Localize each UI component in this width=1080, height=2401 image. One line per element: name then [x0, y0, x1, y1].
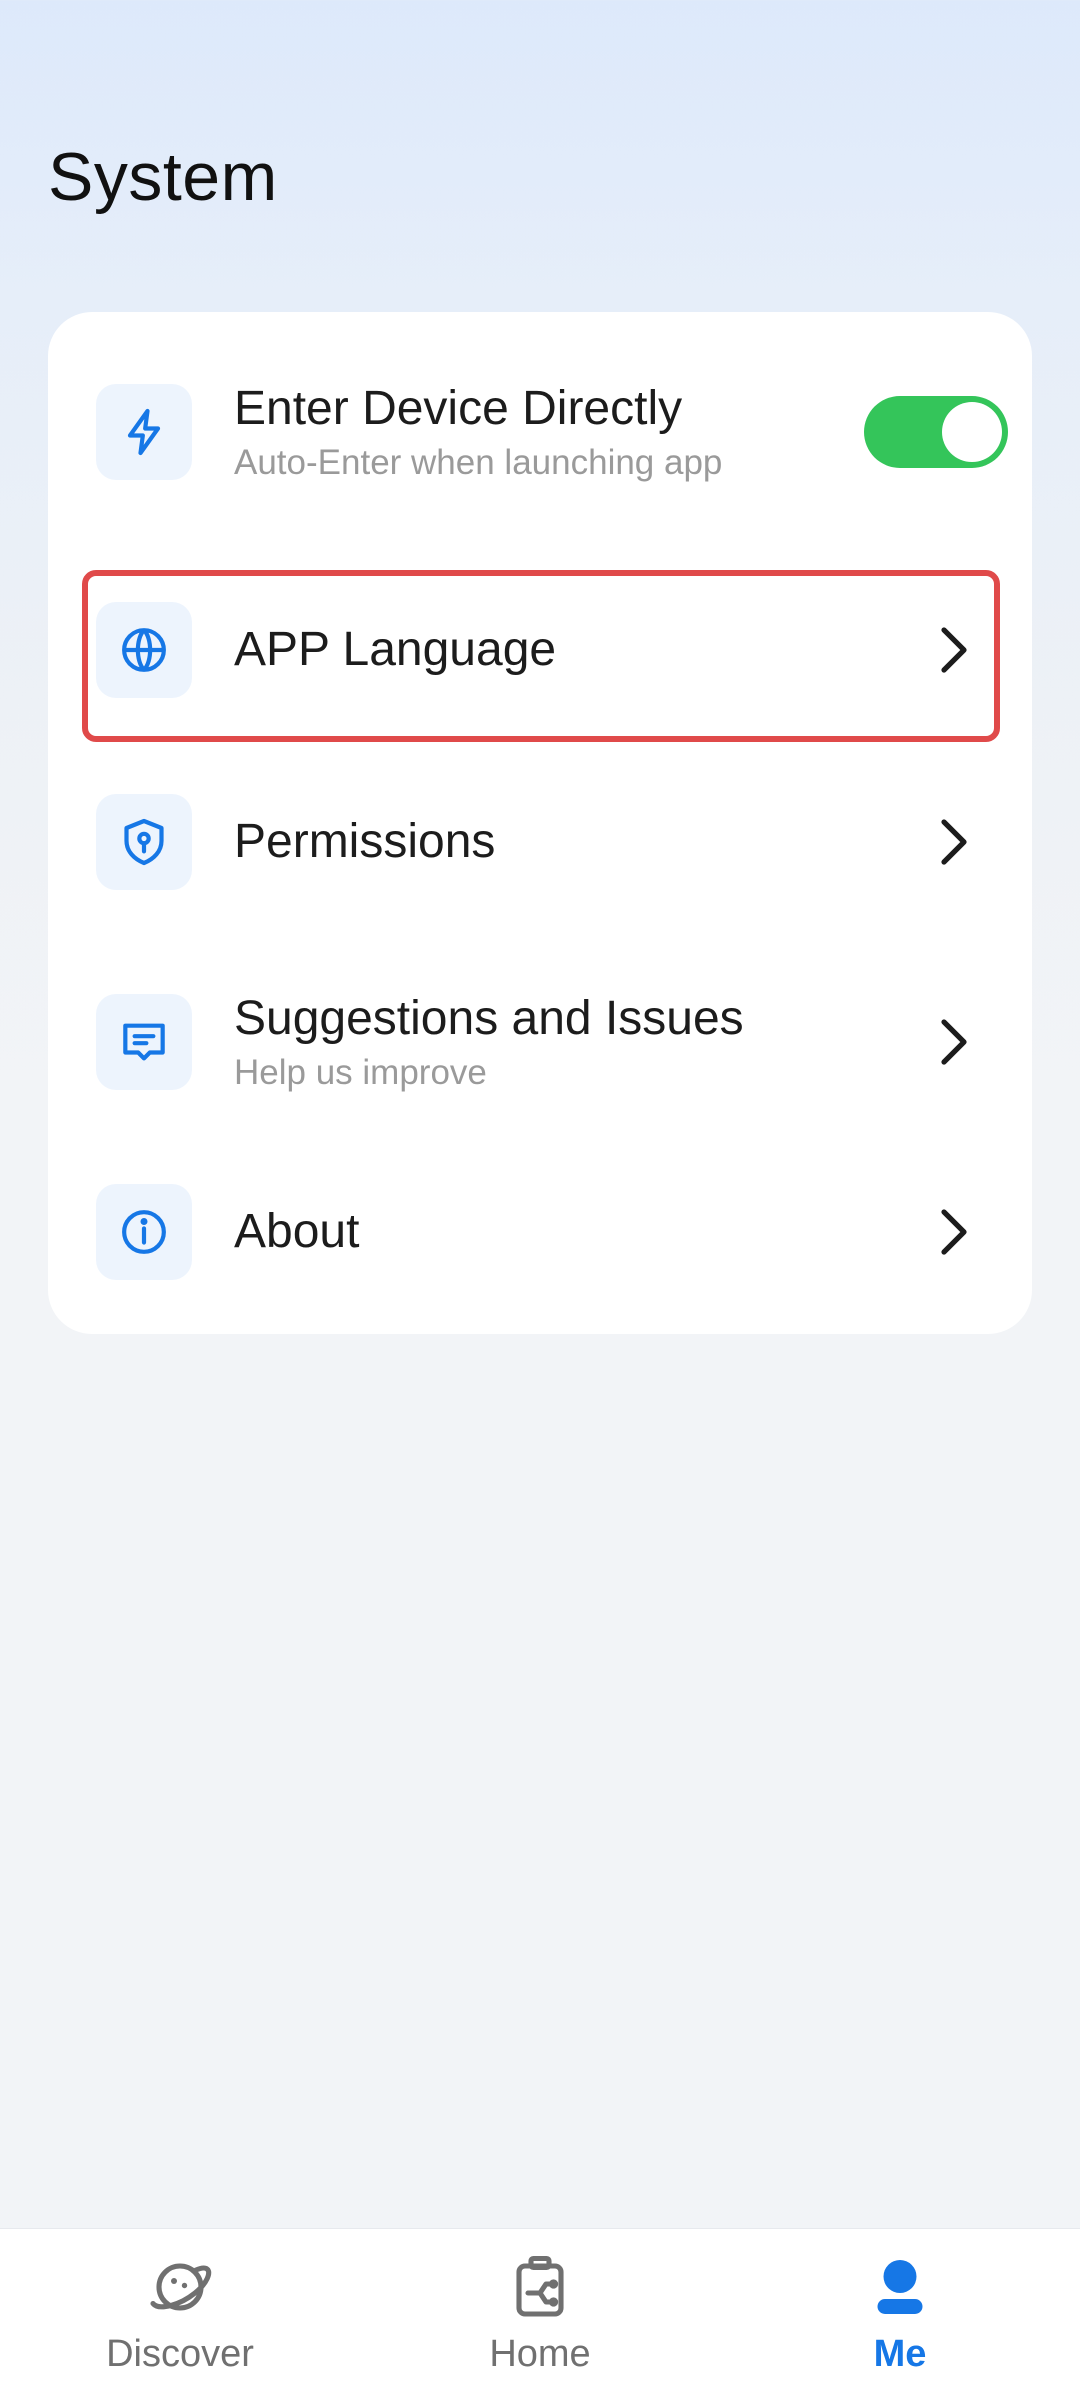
settings-card: Enter Device Directly Auto-Enter when la… [48, 312, 1032, 1334]
nav-item-discover[interactable]: Discover [0, 2229, 360, 2401]
nav-label-me: Me [873, 2333, 927, 2375]
enter-device-directly-label: Enter Device Directly [234, 382, 683, 435]
app-language-label: APP Language [234, 623, 557, 676]
enter-device-directly-toggle[interactable] [864, 396, 1008, 468]
info-icon [96, 1184, 192, 1280]
globe-icon [96, 602, 192, 698]
nav-label-discover: Discover [106, 2333, 254, 2375]
chevron-right-icon [941, 627, 967, 673]
app-language-row[interactable]: APP Language [48, 580, 1032, 720]
message-icon [96, 994, 192, 1090]
toggle-knob [942, 402, 1002, 462]
suggestions-issues-row[interactable]: Suggestions and Issues Help us improve [48, 962, 1032, 1122]
enter-device-directly-row[interactable]: Enter Device Directly Auto-Enter when la… [48, 342, 1032, 522]
device-icon [516, 2255, 564, 2317]
shield-lock-icon [96, 794, 192, 890]
enter-device-directly-subtitle: Auto-Enter when launching app [234, 443, 723, 482]
permissions-row[interactable]: Permissions [48, 772, 1032, 912]
lightning-icon [96, 384, 192, 480]
chevron-right-icon [941, 819, 967, 865]
person-icon [877, 2260, 923, 2314]
planet-icon [150, 2263, 212, 2311]
nav-item-home[interactable]: Home [360, 2229, 720, 2401]
nav-label-home: Home [489, 2333, 591, 2375]
bottom-nav: Discover Home Me [0, 2228, 1080, 2401]
permissions-label: Permissions [234, 815, 496, 868]
chevron-right-icon [941, 1209, 967, 1255]
about-label: About [234, 1205, 360, 1258]
about-row[interactable]: About [48, 1162, 1032, 1302]
suggestions-issues-label: Suggestions and Issues [234, 992, 744, 1045]
nav-item-me[interactable]: Me [720, 2229, 1080, 2401]
page-title: System [48, 139, 278, 215]
chevron-right-icon [941, 1019, 967, 1065]
suggestions-issues-subtitle: Help us improve [234, 1053, 487, 1092]
